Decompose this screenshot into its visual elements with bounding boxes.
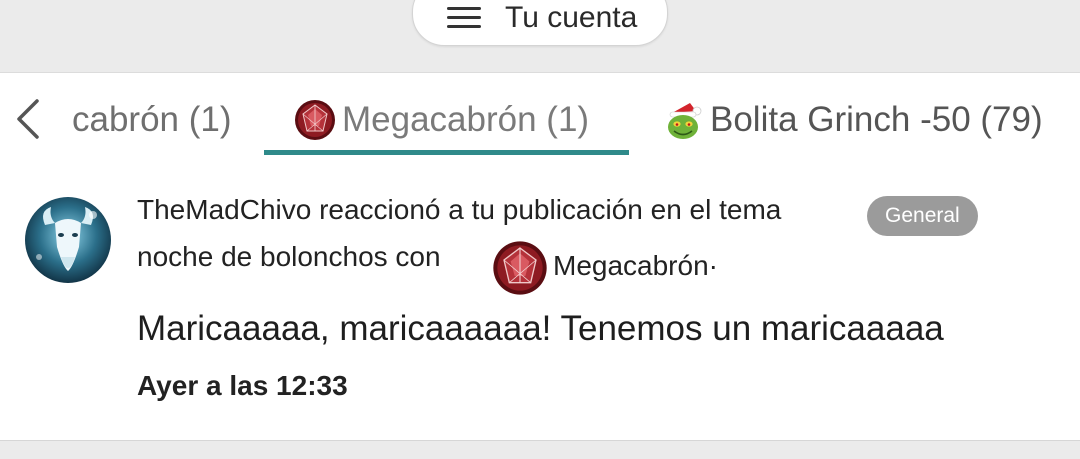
notification-item[interactable]: TheMadChivo reaccionó a tu publicación e… [0,166,1080,441]
top-bar: Tu cuenta [0,0,1080,72]
hamburger-menu-icon [447,7,481,29]
reaction-name: Megacabrón· [553,250,718,281]
megacabron-gem-icon [295,99,335,140]
tab-label: Megacabrón (1) [342,99,590,139]
grinch-santa-icon [668,102,702,139]
timestamp: Ayer a las 12:33 [137,370,348,401]
notification-topic-text[interactable]: noche de bolonchos con [137,241,441,273]
reaction-tabs: cabrón (1) Megacabrón (1) Bolita Grinch … [0,72,1080,167]
avatar[interactable] [25,197,111,283]
megacabron-gem-icon [493,241,547,295]
post-excerpt: Maricaaaaa, maricaaaaaa! Tenemos un mari… [137,309,944,348]
tab-cabron[interactable]: cabrón (1) [72,73,232,166]
topic-badge[interactable]: General [867,196,978,236]
goat-avatar-icon [25,197,111,283]
account-menu-button[interactable]: Tu cuenta [412,0,668,46]
active-tab-indicator [264,150,629,155]
tab-label: cabrón (1) [72,99,232,139]
notification-text: TheMadChivo reaccionó a tu publicación e… [137,194,782,225]
tab-label: Bolita Grinch -50 (79) [710,99,1043,139]
account-label: Tu cuenta [505,1,638,34]
chevron-left-icon[interactable] [10,95,50,143]
tab-bolita-grinch[interactable]: Bolita Grinch -50 (79) [662,73,1043,166]
